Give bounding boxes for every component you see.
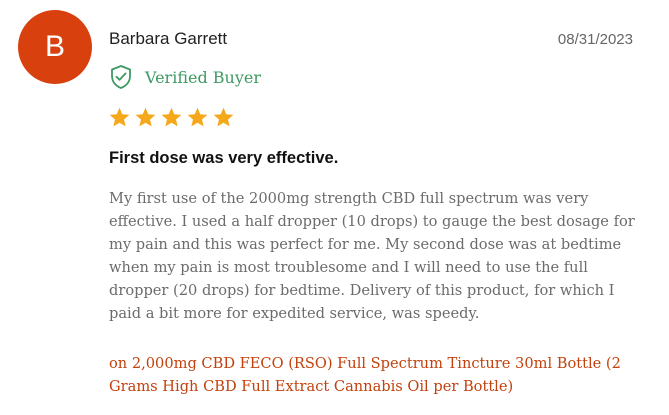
verified-label: Verified Buyer	[145, 67, 262, 87]
avatar-initial: B	[44, 30, 65, 63]
star-icon	[135, 107, 156, 127]
star-icon	[161, 107, 182, 127]
star-rating	[108, 106, 235, 129]
star-icon	[109, 107, 130, 127]
reviewer-name: Barbara Garrett	[109, 29, 228, 48]
avatar: B	[18, 10, 92, 84]
star-icon	[213, 107, 234, 127]
verified-badge: Verified Buyer	[109, 64, 261, 90]
review-title: First dose was very effective.	[109, 149, 339, 167]
shield-check-icon	[111, 65, 131, 89]
review-date: 08/31/2023	[557, 31, 633, 48]
review-body: My first use of the 2000mg strength CBD …	[109, 190, 635, 322]
star-icon	[187, 107, 208, 127]
product-link[interactable]: on 2,000mg CBD FECO (RSO) Full Spectrum …	[109, 352, 649, 398]
review-card: B Barbara Garrett 08/31/2023 Verified Bu…	[0, 0, 669, 415]
